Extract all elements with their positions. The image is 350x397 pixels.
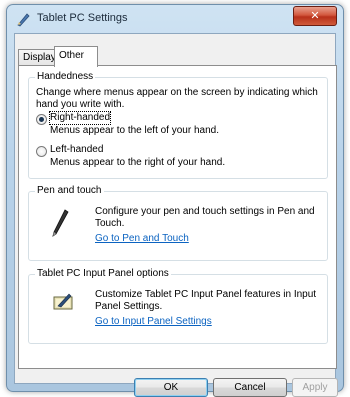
- tablet-pen-icon: [17, 13, 30, 27]
- right-handed-label[interactable]: Right-handed: [48, 111, 112, 125]
- input-panel-group-title: Tablet PC Input Panel options: [35, 268, 171, 279]
- title-bar[interactable]: Tablet PC Settings ✕: [7, 5, 343, 31]
- right-handed-radio[interactable]: [36, 114, 47, 125]
- window-title: Tablet PC Settings: [37, 12, 128, 24]
- handedness-description: Change where menus appear on the screen …: [36, 87, 318, 110]
- ok-button[interactable]: OK: [134, 378, 208, 397]
- right-handed-description: Menus appear to the left of your hand.: [50, 125, 219, 136]
- tab-panel-other: Handedness Change where menus appear on …: [18, 65, 337, 369]
- dialog-client: Display Other Handedness Change where me…: [14, 33, 338, 397]
- input-panel-link[interactable]: Go to Input Panel Settings: [95, 316, 212, 328]
- left-handed-label[interactable]: Left-handed: [50, 144, 103, 156]
- pen-touch-group: Pen and touch Configure your pen and tou…: [28, 185, 328, 261]
- input-panel-group: Tablet PC Input Panel options Customize …: [28, 268, 328, 344]
- left-handed-description: Menus appear to the right of your hand.: [50, 157, 226, 168]
- input-panel-description: Customize Tablet PC Input Panel features…: [95, 289, 317, 312]
- apply-button[interactable]: Apply: [292, 378, 338, 397]
- handedness-group: Handedness Change where menus appear on …: [28, 71, 328, 179]
- close-button[interactable]: ✕: [293, 6, 337, 26]
- pen-touch-link[interactable]: Go to Pen and Touch: [95, 233, 189, 245]
- input-panel-icon: [53, 293, 73, 310]
- pen-icon: [52, 209, 69, 237]
- cancel-button[interactable]: Cancel: [213, 378, 287, 397]
- pen-touch-group-title: Pen and touch: [35, 185, 104, 196]
- dialog-window: Tablet PC Settings ✕ Display Other Hande…: [6, 4, 344, 397]
- pen-touch-description: Configure your pen and touch settings in…: [95, 206, 315, 229]
- left-handed-radio[interactable]: [36, 146, 47, 157]
- handedness-group-title: Handedness: [35, 71, 96, 82]
- tab-other[interactable]: Other: [54, 46, 98, 67]
